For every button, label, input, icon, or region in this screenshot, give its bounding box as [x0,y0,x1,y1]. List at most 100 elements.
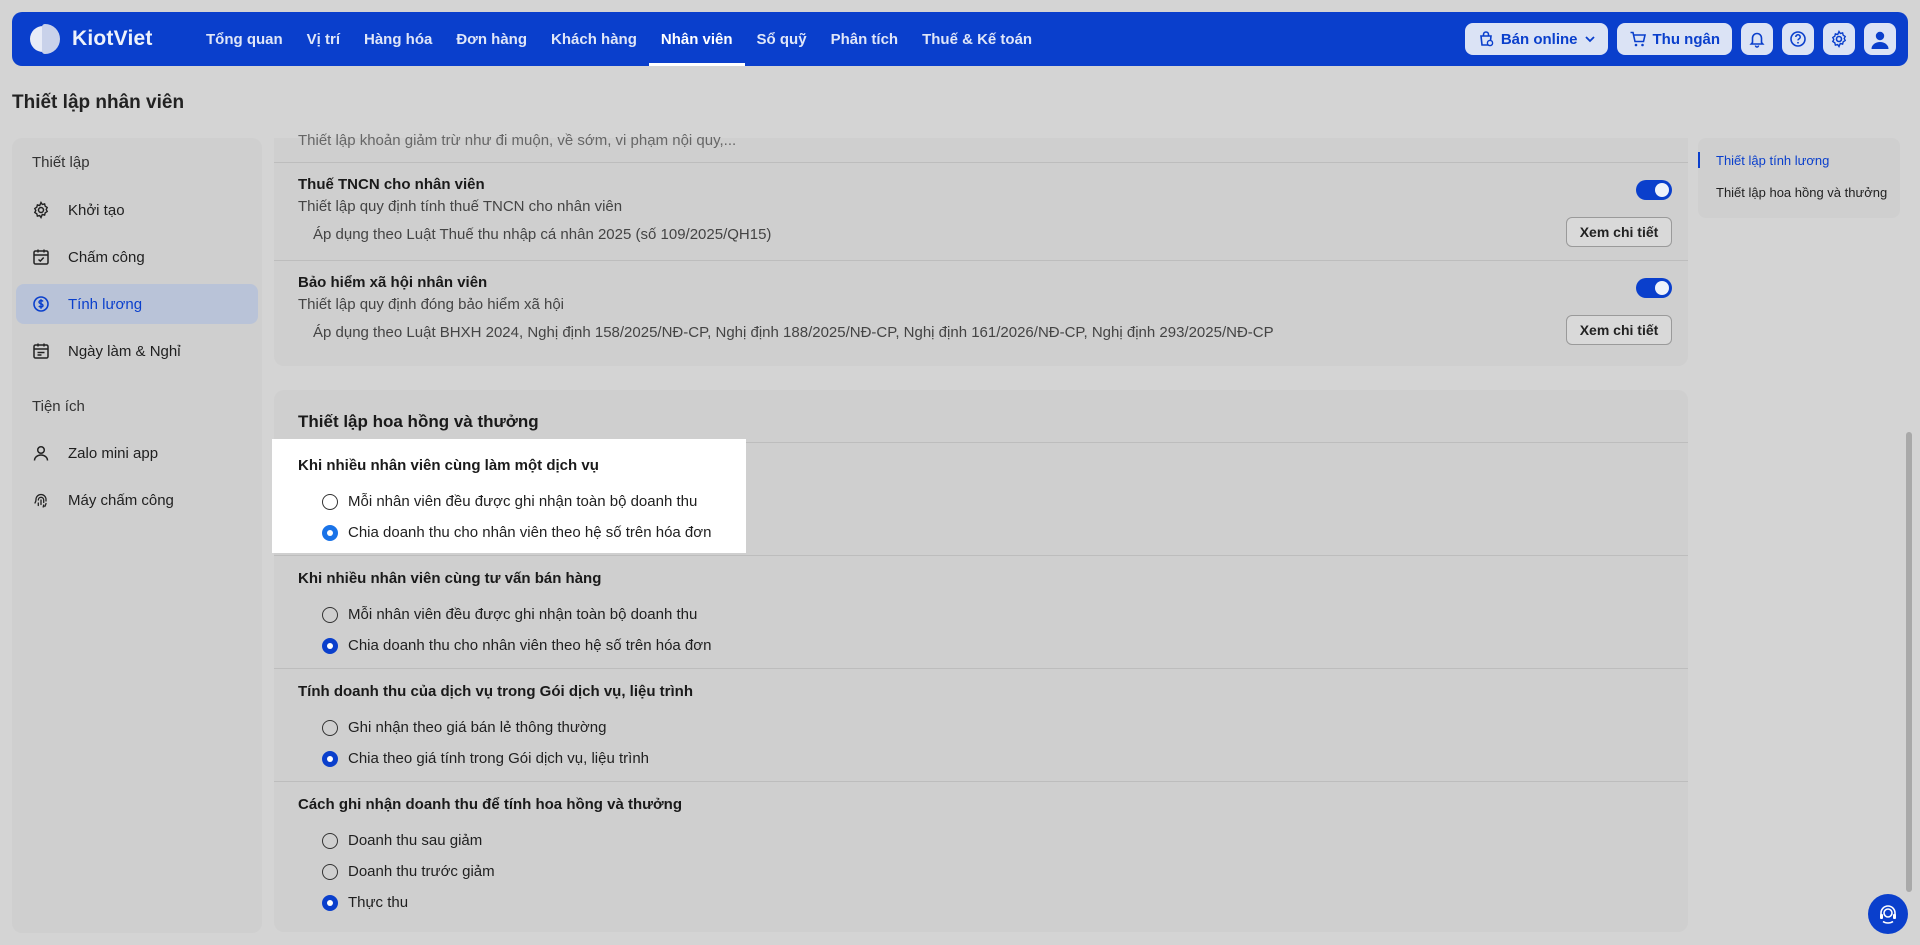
kiotviet-logo[interactable]: KiotViet [28,22,178,56]
menu-don-hang[interactable]: Đơn hàng [444,12,539,66]
option-actual-received[interactable]: Thực thu [322,894,408,911]
tax-note: Áp dụng theo Luật Thuế thu nhập cá nhân … [313,226,772,243]
insurance-toggle[interactable] [1636,278,1672,298]
option-before-discount[interactable]: Doanh thu trước giảm [322,863,495,880]
sidebar-item-label: Ngày làm & Nghỉ [68,342,181,360]
option-service-full-revenue[interactable]: Mỗi nhân viên đều được ghi nhận toàn bộ … [322,493,697,510]
option-package-retail-price[interactable]: Ghi nhận theo giá bán lẻ thông thường [322,719,606,736]
insurance-description: Thiết lập quy định đóng bảo hiểm xã hội [298,296,565,313]
menu-khach-hang[interactable]: Khách hàng [539,12,649,66]
cart-icon [1630,31,1646,47]
highlighted-question-service: Khi nhiều nhân viên cùng làm một dịch vụ… [272,439,746,553]
settings-sidebar: Thiết lập Khởi tạo Chấm công Tính lương … [12,138,262,933]
option-label: Thực thu [348,894,409,911]
option-consult-full-revenue[interactable]: Mỗi nhân viên đều được ghi nhận toàn bộ … [322,606,697,623]
option-label: Chia doanh thu cho nhân viên theo hệ số … [348,637,712,654]
sidebar-item-ngay-lam-nghi[interactable]: Ngày làm & Nghỉ [16,331,258,371]
radio-button[interactable] [322,832,338,849]
page-title: Thiết lập nhân viên [12,92,185,113]
anchor-salary-settings[interactable]: Thiết lập tính lương [1716,153,1829,168]
option-package-split-price[interactable]: Chia theo giá tính trong Gói dịch vụ, li… [322,750,649,767]
section-anchor-panel: Thiết lập tính lương Thiết lập hoa hồng … [1698,138,1900,218]
user-icon [33,445,49,461]
tax-detail-button[interactable]: Xem chi tiết [1566,217,1672,247]
logo-icon [28,22,62,56]
user-avatar-icon [1871,31,1889,49]
insurance-title: Bảo hiểm xã hội nhân viên [298,274,488,291]
option-label: Doanh thu trước giảm [348,863,495,880]
option-label: Mỗi nhân viên đều được ghi nhận toàn bộ … [348,493,698,510]
question-icon [1790,31,1806,47]
anchor-active-indicator [1698,152,1700,168]
radio-button[interactable] [322,863,338,880]
menu-vi-tri[interactable]: Vị trí [295,12,352,66]
radio-button[interactable] [322,493,338,510]
sidebar-item-label: Chấm công [68,248,145,266]
option-after-discount[interactable]: Doanh thu sau giảm [322,832,482,849]
main-menu: Tổng quan Vị trí Hàng hóa Đơn hàng Khách… [194,12,1044,66]
fingerprint-icon [34,493,47,508]
option-label: Chia theo giá tính trong Gói dịch vụ, li… [348,750,650,767]
avatar[interactable] [1864,23,1896,55]
tax-toggle[interactable] [1636,180,1672,200]
headset-icon [1880,905,1896,924]
sidebar-item-label: Khởi tạo [68,201,125,219]
question-revenue-recognition: Cách ghi nhận doanh thu để tính hoa hồng… [298,796,682,813]
menu-thue-ke-toan[interactable]: Thuế & Kế toán [910,12,1044,66]
option-service-split-revenue[interactable]: Chia doanh thu cho nhân viên theo hệ số … [322,524,711,541]
salary-settings-card: Thiết lập khoản giảm trừ như đi muộn, về… [274,132,1688,366]
bell-icon [1749,32,1765,48]
tax-description: Thiết lập quy định tính thuế TNCN cho nh… [298,198,623,215]
insurance-note: Áp dụng theo Luật BHXH 2024, Nghị định 1… [313,324,1274,341]
support-chat-button[interactable] [1868,894,1908,934]
sidebar-item-khoi-tao[interactable]: Khởi tạo [16,190,258,230]
option-label: Ghi nhận theo giá bán lẻ thông thường [348,719,607,736]
sidebar-item-zalo-mini-app[interactable]: Zalo mini app [16,433,258,473]
radio-button-selected[interactable] [322,750,338,767]
settings-button[interactable] [1823,23,1855,55]
anchor-commission-settings[interactable]: Thiết lập hoa hồng và thưởng [1716,185,1887,200]
gear-icon [33,201,49,219]
insurance-detail-button[interactable]: Xem chi tiết [1566,315,1672,345]
menu-phan-tich[interactable]: Phân tích [819,12,911,66]
bag-settings-icon [1479,31,1494,47]
commission-section-title: Thiết lập hoa hồng và thưởng [298,412,539,431]
question-package-revenue: Tính doanh thu của dịch vụ trong Gói dịc… [298,683,693,700]
radio-button-selected[interactable] [322,637,338,654]
radio-button-selected[interactable] [322,894,338,911]
help-button[interactable] [1782,23,1814,55]
option-label: Mỗi nhân viên đều được ghi nhận toàn bộ … [348,606,698,623]
ban-online-button[interactable]: Bán online [1464,23,1608,55]
radio-button[interactable] [322,606,338,623]
calendar-check-icon [33,249,49,265]
dollar-circle-icon [33,296,49,312]
thu-ngan-button[interactable]: Thu ngân [1616,23,1732,55]
calendar-icon [33,343,49,359]
question-service-multi-staff: Khi nhiều nhân viên cùng làm một dịch vụ [298,457,599,474]
menu-hang-hoa[interactable]: Hàng hóa [352,12,444,66]
menu-nhan-vien[interactable]: Nhân viên [648,12,745,66]
menu-tong-quan[interactable]: Tổng quan [194,12,295,66]
sidebar-item-label: Zalo mini app [68,444,159,462]
sidebar-group-thiet-lap: Thiết lập [32,154,90,171]
sidebar-item-label: Tính lương [68,295,143,313]
sidebar-group-tien-ich: Tiện ích [32,398,85,415]
logo-text: KiotViet [72,27,153,50]
notification-button[interactable] [1741,23,1773,55]
top-navbar: KiotViet Tổng quan Vị trí Hàng hóa Đơn h… [12,12,1908,66]
gear-icon [1831,30,1847,48]
ban-online-label: Bán online [1500,30,1578,48]
tax-title: Thuế TNCN cho nhân viên [298,176,485,193]
question-consult-sales: Khi nhiều nhân viên cùng tư vấn bán hàng [298,570,602,587]
chevron-down-icon [1584,36,1595,43]
option-consult-split-revenue[interactable]: Chia doanh thu cho nhân viên theo hệ số … [322,637,711,654]
page-scrollbar[interactable] [1906,432,1912,892]
radio-button[interactable] [322,719,338,736]
thu-ngan-label: Thu ngân [1652,30,1721,48]
sidebar-item-tinh-luong[interactable]: Tính lương [16,284,258,324]
menu-so-quy[interactable]: Sổ quỹ [745,12,819,66]
sidebar-item-cham-cong[interactable]: Chấm công [16,237,258,277]
option-label: Chia doanh thu cho nhân viên theo hệ số … [348,524,712,541]
sidebar-item-may-cham-cong[interactable]: Máy chấm công [16,480,258,520]
radio-button-selected[interactable] [322,524,338,541]
